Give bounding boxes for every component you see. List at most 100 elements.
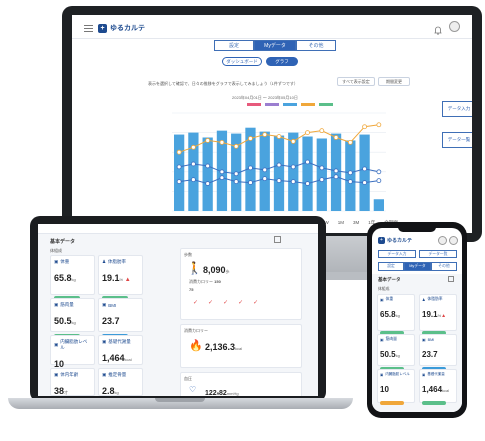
menu-icon[interactable] xyxy=(84,24,93,32)
chart-point[interactable] xyxy=(205,163,211,169)
chart-bar[interactable] xyxy=(316,138,327,211)
chart-point[interactable] xyxy=(219,140,225,145)
avatar[interactable] xyxy=(449,21,460,32)
metric-card-bmr[interactable]: ▣ 基礎代謝量 1,464kcal xyxy=(98,335,143,372)
range-3m[interactable]: 3M xyxy=(353,220,359,226)
chart-point[interactable] xyxy=(262,167,268,173)
avatar[interactable] xyxy=(438,236,447,245)
chart-point[interactable] xyxy=(262,176,268,182)
chart-bar[interactable] xyxy=(302,136,313,211)
toggle-dashboard[interactable]: ダッシュボード xyxy=(222,57,262,66)
metric-card-bmi[interactable]: ▣ BMI 23.7 xyxy=(419,334,457,371)
phone-header: + ゆるカルテ xyxy=(378,237,412,244)
chart-point[interactable] xyxy=(248,180,253,185)
calendar-icon[interactable] xyxy=(274,236,281,243)
calendar-icon[interactable] xyxy=(448,276,454,282)
chart-point[interactable] xyxy=(305,159,310,165)
steps-card[interactable]: 歩数 🚶 8,090歩 消費カロリー 150 75 ✓ ✓ ✓ ✓ ✓ xyxy=(180,248,302,320)
chart-point[interactable] xyxy=(305,181,310,186)
chart-point[interactable] xyxy=(233,143,239,149)
monitor-screen: + ゆるカルテ 設定 Myデータ その他 ダッシュボード グラフ 表示を選択して… xyxy=(72,15,472,233)
chart-point[interactable] xyxy=(290,139,296,144)
data-entry-button[interactable]: データ入力 xyxy=(442,101,472,117)
chart-point[interactable] xyxy=(333,168,339,174)
chart-point[interactable] xyxy=(347,140,353,145)
chart-point[interactable] xyxy=(190,161,196,167)
bell-icon[interactable] xyxy=(434,22,442,35)
chart-point[interactable] xyxy=(233,171,239,177)
tab-other[interactable]: その他 xyxy=(431,262,457,271)
chart-bar[interactable] xyxy=(202,137,213,212)
metric-card-bmi[interactable]: ▣ BMI 23.7 xyxy=(98,298,143,338)
toggle-graph[interactable]: グラフ xyxy=(266,57,298,66)
chart-point[interactable] xyxy=(190,177,196,183)
chart-bar[interactable] xyxy=(288,132,299,211)
chart-point[interactable] xyxy=(347,179,353,184)
metric-card-muscle[interactable]: ▣ 筋肉量 50.5kg xyxy=(377,334,415,371)
chart-point[interactable] xyxy=(376,122,382,128)
chart-point[interactable] xyxy=(176,179,182,184)
data-entry-button[interactable]: データ入力 xyxy=(378,250,416,258)
chart-point[interactable] xyxy=(176,164,182,170)
chart-point[interactable] xyxy=(347,170,353,176)
display-settings-button[interactable]: すべて表示設定 xyxy=(337,77,375,86)
blood-pressure-card[interactable]: 血圧 ♡ 122-82mmHg 0 xyxy=(180,372,302,396)
laptop-header xyxy=(38,224,318,234)
chart-point[interactable] xyxy=(205,138,211,143)
tab-my-data[interactable]: Myデータ xyxy=(254,40,296,51)
chart-bar[interactable] xyxy=(188,132,199,211)
chart-point[interactable] xyxy=(376,178,382,184)
chart-point[interactable] xyxy=(333,174,339,180)
chart-point[interactable] xyxy=(276,134,282,139)
chart-bar[interactable] xyxy=(345,140,356,211)
tab-settings[interactable]: 設定 xyxy=(214,40,254,51)
chart-point[interactable] xyxy=(219,175,225,181)
chart-point[interactable] xyxy=(290,164,296,170)
chart-point[interactable] xyxy=(233,179,239,184)
metric-card-bone[interactable]: ▣ 推定骨量 2.8kg xyxy=(98,368,143,396)
metric-card-body-fat[interactable]: ♟ 体脂肪率 19.1%▲ xyxy=(419,294,457,335)
chart-bar[interactable] xyxy=(273,135,285,211)
profile-icon[interactable] xyxy=(449,236,458,245)
metric-card-body-age[interactable]: ▣ 体内年齢 38才 xyxy=(50,368,95,396)
chart-point[interactable] xyxy=(276,178,282,184)
chart-point[interactable] xyxy=(219,169,225,175)
chart-bar[interactable] xyxy=(173,134,185,211)
app-logo[interactable]: + ゆるカルテ xyxy=(98,23,145,33)
chart-point[interactable] xyxy=(248,165,253,171)
metric-card-weight[interactable]: ▣ 体重 65.8kg xyxy=(50,255,95,300)
chart-bar[interactable] xyxy=(359,134,370,211)
metric-card-body-fat[interactable]: ♟ 体脂肪率 19.1% ▲ xyxy=(98,255,143,300)
chart-point[interactable] xyxy=(276,162,282,168)
chart-point[interactable] xyxy=(362,124,368,130)
chart-point[interactable] xyxy=(319,177,325,183)
metric-card-weight[interactable]: ▣ 体重 65.8kg xyxy=(377,294,415,335)
chart-point[interactable] xyxy=(319,128,325,134)
chart-point[interactable] xyxy=(333,135,339,140)
chart-point[interactable] xyxy=(319,165,325,171)
period-button[interactable]: 期間変更 xyxy=(378,77,410,86)
chart-point[interactable] xyxy=(262,132,268,137)
metric-card-muscle[interactable]: ▣ 筋肉量 50.5kg xyxy=(50,298,95,338)
metric-card-visceral-fat[interactable]: ▣ 内臓脂肪レベル 10 xyxy=(377,369,415,405)
chart-bar[interactable] xyxy=(373,199,385,211)
metric-card-bmr[interactable]: ▣ 基礎代謝量 1,464kcal xyxy=(419,369,457,405)
chart-point[interactable] xyxy=(362,166,368,172)
tab-settings[interactable]: 設定 xyxy=(378,262,404,271)
chart-point[interactable] xyxy=(205,181,211,186)
chart-point[interactable] xyxy=(376,169,382,175)
tab-my-data[interactable]: Myデータ xyxy=(404,262,431,271)
tab-other[interactable]: その他 xyxy=(296,40,336,51)
data-list-button[interactable]: データ一覧 xyxy=(442,132,472,148)
chart-point[interactable] xyxy=(362,180,368,185)
metric-card-visceral-fat[interactable]: ▣ 内臓脂肪レベル 10 xyxy=(50,335,95,378)
chart-point[interactable] xyxy=(305,130,310,136)
chart-point[interactable] xyxy=(248,136,253,141)
range-1m[interactable]: 1M xyxy=(338,220,344,226)
data-list-button[interactable]: データ一覧 xyxy=(419,250,457,258)
chart-point[interactable] xyxy=(190,144,196,150)
chart-point[interactable] xyxy=(290,179,296,184)
calories-card[interactable]: 消費カロリー 🔥 2,136.3kcal xyxy=(180,324,302,368)
section-title: 基本データ xyxy=(50,239,76,245)
chart-point[interactable] xyxy=(176,149,182,155)
